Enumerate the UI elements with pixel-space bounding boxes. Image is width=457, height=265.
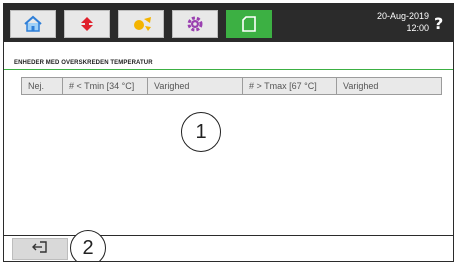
- tab-temperature[interactable]: [64, 10, 110, 38]
- back-button[interactable]: [12, 238, 68, 260]
- exit-icon: [32, 240, 48, 258]
- column-header-duration-low: Varighed: [148, 78, 243, 94]
- column-header-number: Nej.: [22, 78, 63, 94]
- app-window: 20-Aug-2019 12:00 ? ENHEDER MED OVERSKRE…: [3, 3, 454, 262]
- time-text: 12:00: [406, 23, 429, 33]
- sun-icon: [130, 15, 152, 33]
- date-text: 20-Aug-2019: [376, 11, 429, 21]
- section-divider: [4, 69, 453, 70]
- footer-divider: [4, 235, 453, 236]
- gear-icon: [186, 15, 204, 33]
- tab-home[interactable]: [10, 10, 56, 38]
- table-header: Nej. # < Tmin [34 °C] Varighed # > Tmax …: [21, 77, 442, 95]
- column-header-below-tmin: # < Tmin [34 °C]: [63, 78, 148, 94]
- tab-report[interactable]: [226, 10, 272, 38]
- help-button[interactable]: ?: [434, 14, 443, 33]
- date-time: 20-Aug-2019 12:00: [364, 10, 429, 34]
- column-header-above-tmax: # > Tmax [67 °C]: [243, 78, 337, 94]
- tab-settings[interactable]: [172, 10, 218, 38]
- callout-2: 2: [70, 230, 106, 261]
- top-bar: 20-Aug-2019 12:00 ?: [4, 4, 453, 42]
- page-icon: [241, 15, 257, 33]
- callout-1: 1: [181, 112, 221, 152]
- tab-solar[interactable]: [118, 10, 164, 38]
- home-icon: [23, 15, 43, 33]
- section-title: ENHEDER MED OVERSKREDEN TEMPERATUR: [14, 60, 153, 66]
- column-header-duration-high: Varighed: [343, 81, 379, 91]
- temperature-arrows-icon: [78, 15, 96, 33]
